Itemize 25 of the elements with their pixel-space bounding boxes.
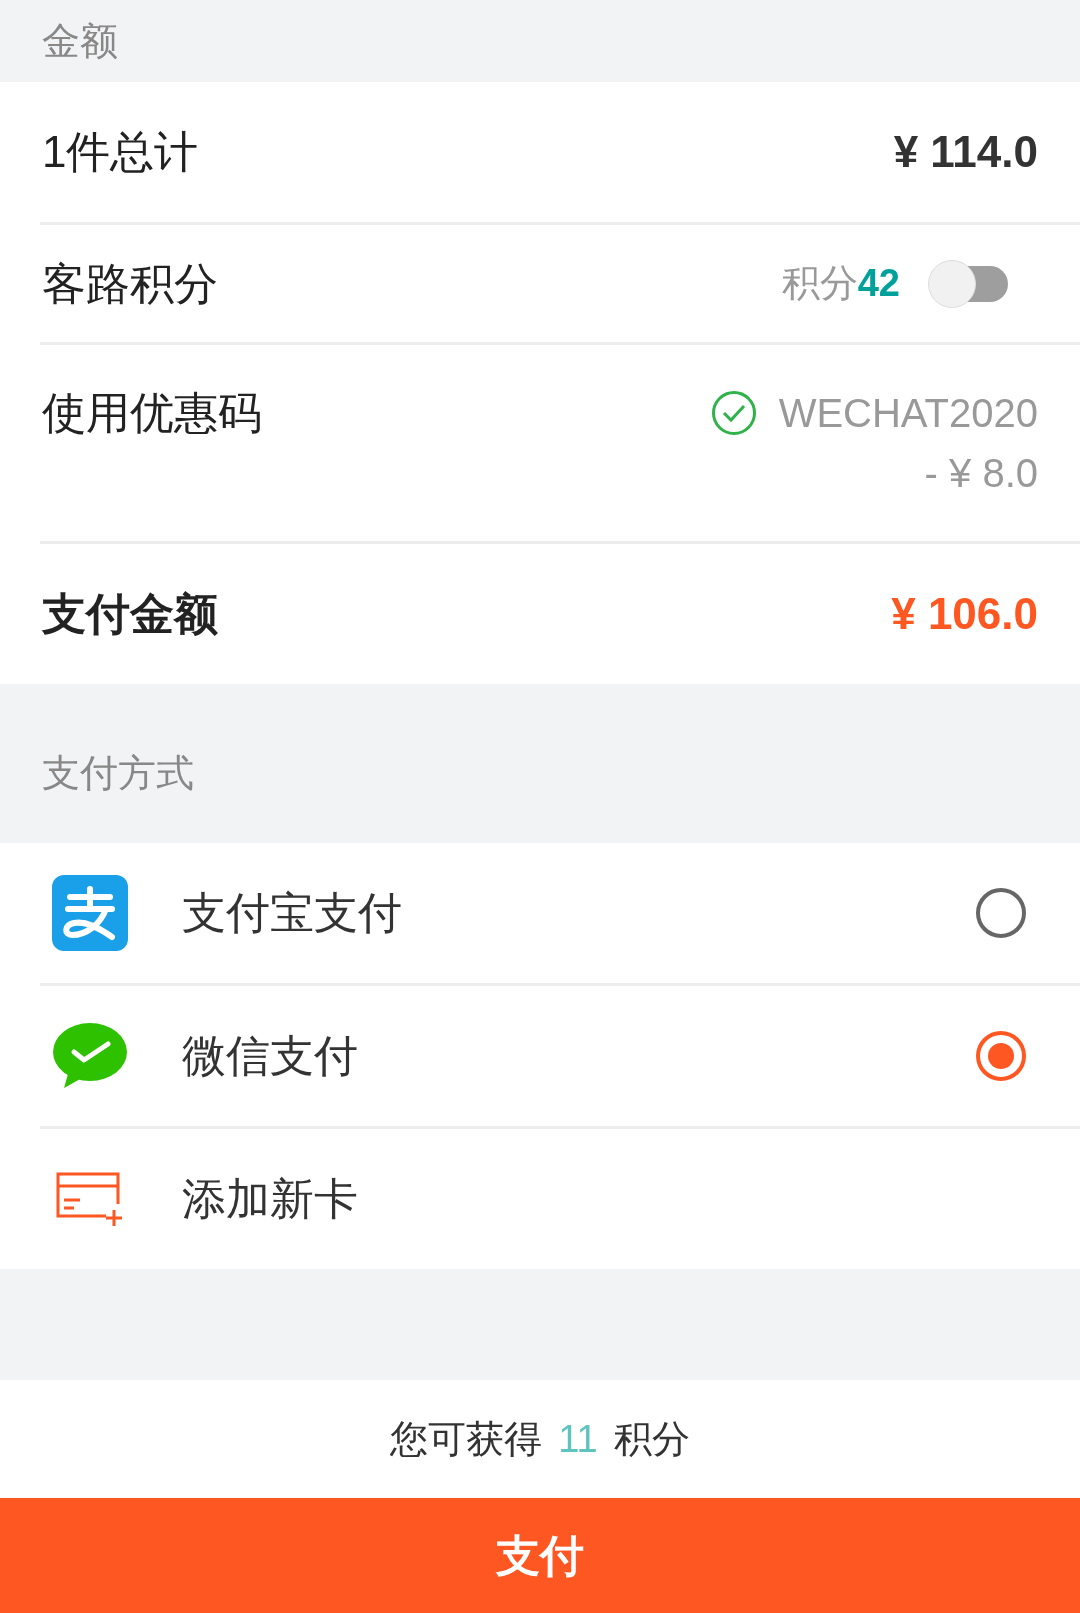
coupon-discount: - ¥ 8.0: [924, 450, 1038, 497]
payment-method-item[interactable]: 支付宝支付: [0, 843, 1080, 983]
payment-method-label: 支付宝支付: [182, 887, 403, 939]
row-label: 1件总计: [42, 126, 199, 178]
row-label: 支付金额: [42, 588, 218, 640]
row-label: 使用优惠码: [42, 387, 262, 439]
payment-method-item[interactable]: 添加新卡: [0, 1129, 1080, 1269]
payment-method-item[interactable]: 微信支付: [0, 986, 1080, 1126]
total-amount: ¥ 114.0: [893, 126, 1038, 178]
points-label: 积分: [781, 261, 858, 306]
payment-method-label: 微信支付: [182, 1030, 359, 1082]
reward-text: 积分: [613, 1416, 690, 1462]
section-title: 支付方式: [42, 751, 194, 796]
chat-bubble-icon: [52, 1022, 128, 1090]
points-balance: 42: [857, 261, 900, 306]
radio-button[interactable]: [976, 1031, 1026, 1081]
payment-logo-icon: [52, 875, 128, 951]
pay-amount: ¥ 106.0: [891, 588, 1038, 640]
payment-method-label: 添加新卡: [182, 1173, 359, 1225]
row-label: 客路积分: [42, 257, 218, 310]
reward-points: 11: [558, 1416, 598, 1462]
reward-text: 您可获得: [390, 1416, 543, 1462]
radio-button[interactable]: [976, 888, 1026, 938]
coupon-code: WECHAT2020: [778, 390, 1038, 437]
section-title: 金额: [42, 18, 118, 64]
